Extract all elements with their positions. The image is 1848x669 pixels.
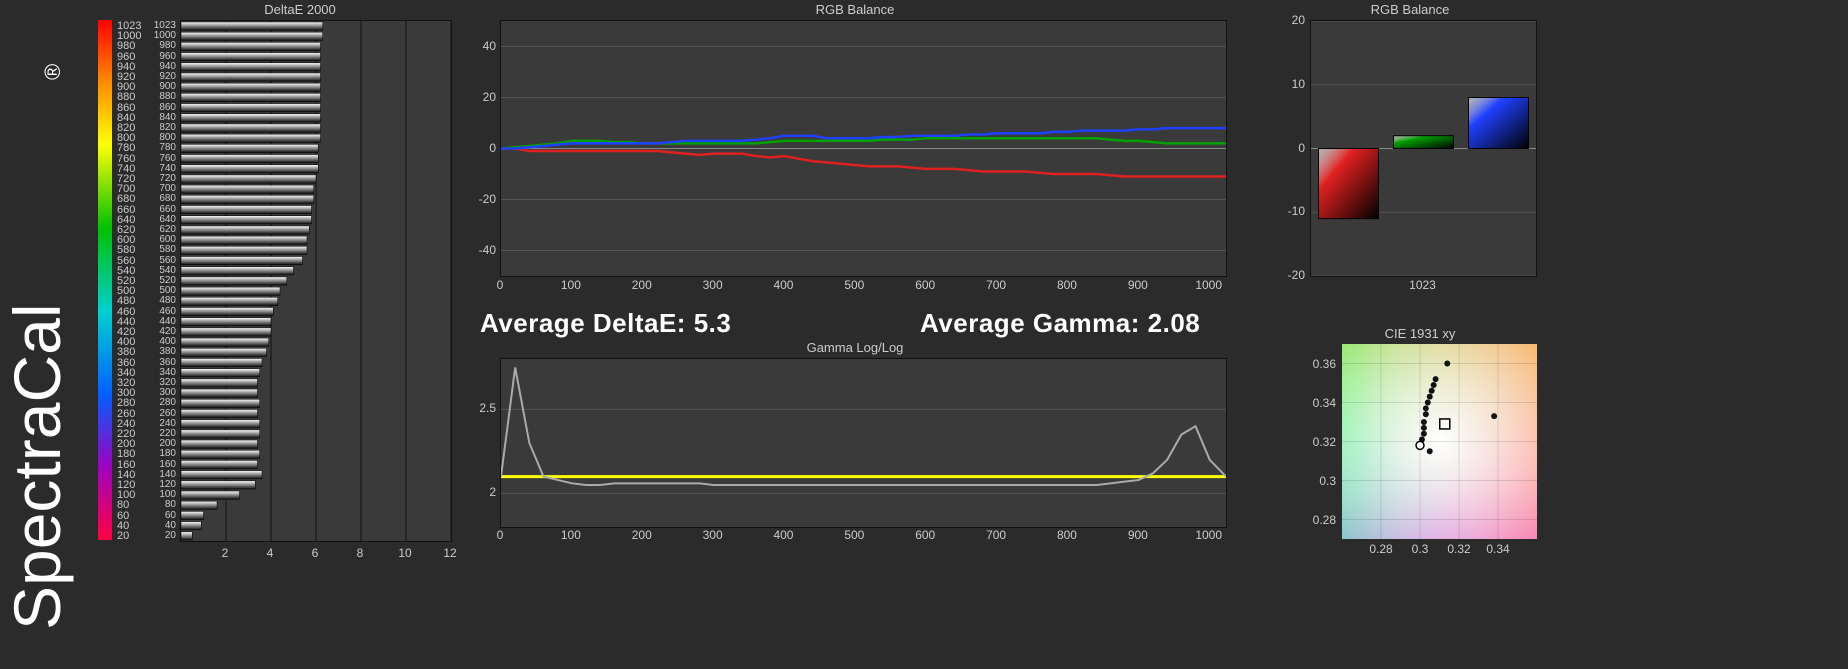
rgb-line-title: RGB Balance bbox=[480, 2, 1230, 17]
rgb-bar-title: RGB Balance bbox=[1280, 2, 1540, 17]
cie-1931-chart bbox=[1342, 344, 1537, 539]
gamma-title: Gamma Log/Log bbox=[480, 340, 1230, 355]
gamma-chart bbox=[500, 358, 1227, 528]
rgb-bar-yaxis: -20-1001020 bbox=[1275, 20, 1307, 275]
avg-gamma-stat: Average Gamma: 2.08 bbox=[920, 308, 1200, 339]
rgb-line-xaxis: 01002003004005006007008009001000 bbox=[500, 278, 1225, 296]
deltae-chart bbox=[180, 20, 452, 542]
rgb-bar-xlabel: 1023 bbox=[1310, 278, 1535, 292]
rgb-balance-bar-chart bbox=[1310, 20, 1537, 277]
deltae-ylabels: 2040608010012014016018020022024026028030… bbox=[150, 20, 178, 540]
deltae-xaxis: 24681012 bbox=[180, 544, 450, 564]
svg-text:®: ® bbox=[40, 64, 65, 80]
brand-text: SpectraCal bbox=[5, 304, 74, 631]
rgb-balance-line-chart bbox=[500, 20, 1227, 277]
cie-title: CIE 1931 xy bbox=[1300, 326, 1540, 341]
color-scale-strip bbox=[98, 20, 112, 540]
rgb-line-yaxis: -40-2002040 bbox=[468, 20, 498, 275]
color-scale-ticks: 2040608010012014016018020022024026028030… bbox=[115, 20, 149, 540]
cie-xaxis: 0.280.30.320.34 bbox=[1342, 542, 1537, 560]
brand-logo: SpectraCal ® bbox=[5, 20, 95, 640]
gamma-yaxis: 22.5 bbox=[468, 358, 498, 526]
gamma-xaxis: 01002003004005006007008009001000 bbox=[500, 528, 1225, 546]
deltae-title: DeltaE 2000 bbox=[150, 2, 450, 17]
avg-deltae-stat: Average DeltaE: 5.3 bbox=[480, 308, 731, 339]
cie-yaxis: 0.280.30.320.340.36 bbox=[1304, 344, 1338, 539]
